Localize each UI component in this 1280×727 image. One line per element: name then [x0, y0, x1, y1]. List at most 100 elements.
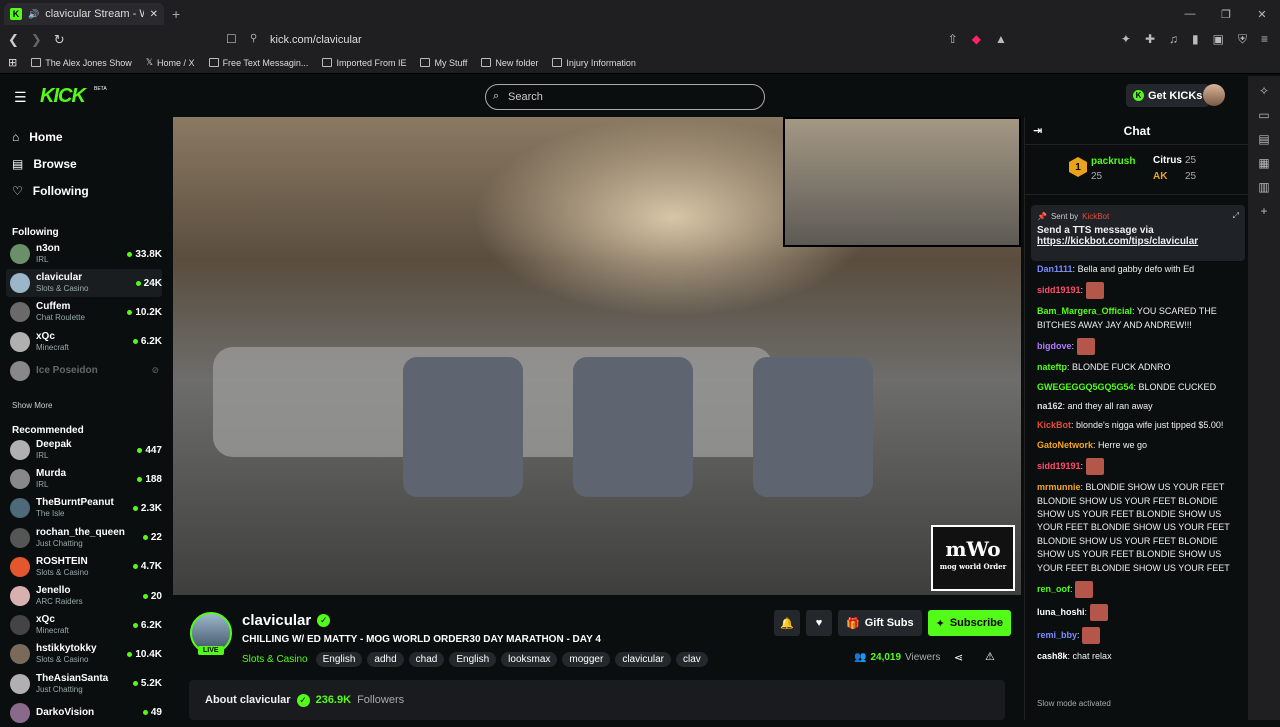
- tag-chip[interactable]: chad: [408, 652, 445, 667]
- chat-username[interactable]: cash8k: [1037, 651, 1068, 661]
- nav-home[interactable]: ⌂ Home: [12, 130, 89, 144]
- sidebar-channel[interactable]: Ice Poseidon ⊘: [6, 357, 162, 385]
- browser-tab[interactable]: K 🔊 clavicular Stream - Watch Live ✕: [4, 3, 164, 25]
- tag-chip[interactable]: adhd: [367, 652, 404, 667]
- wallet-icon[interactable]: ▭: [1258, 108, 1269, 122]
- extension-icon[interactable]: ✦: [1121, 32, 1131, 47]
- sidebar-channel[interactable]: n3on IRL 33.8K: [6, 240, 162, 268]
- leo-ai-icon[interactable]: ✧: [1259, 84, 1269, 98]
- sidebar-channel[interactable]: Deepak IRL 447: [6, 436, 162, 464]
- tag-chip[interactable]: looksmax: [501, 652, 558, 667]
- wallet-icon[interactable]: ▣: [1213, 32, 1224, 47]
- sidebar-channel[interactable]: TheAsianSanta Just Chatting 5.2K: [6, 670, 162, 698]
- sidebar-channel[interactable]: hstikkytokky Slots & Casino 10.4K: [6, 640, 162, 668]
- get-kicks-button[interactable]: K Get KICKs: [1126, 84, 1210, 107]
- notification-bell-button[interactable]: 🔔: [774, 610, 800, 636]
- sidebar-channel[interactable]: xQc Minecraft 6.2K: [6, 328, 162, 356]
- sidebar-channel[interactable]: clavicular Slots & Casino 24K: [6, 269, 162, 298]
- unpin-icon[interactable]: ⤢: [1233, 211, 1239, 221]
- bookmark-item[interactable]: 𝕏 Home / X: [146, 57, 195, 68]
- chat-username[interactable]: Bam_Margera_Official: [1037, 306, 1132, 316]
- tab-close-icon[interactable]: ✕: [150, 9, 158, 20]
- kick-logo[interactable]: KICK: [40, 85, 86, 108]
- search-input[interactable]: ⌕ Search: [485, 84, 765, 110]
- rewards-icon[interactable]: ▲: [995, 32, 1007, 47]
- chat-username[interactable]: KickBot: [1037, 420, 1071, 430]
- user-avatar[interactable]: [1203, 84, 1225, 106]
- add-icon[interactable]: +: [1260, 204, 1267, 218]
- pinned-message[interactable]: 📌 Sent by KickBot ⤢ Send a TTS message v…: [1031, 205, 1245, 261]
- url-field[interactable]: ⚲ kick.com/clavicular: [244, 30, 964, 50]
- nav-browse[interactable]: ▤ Browse: [12, 157, 89, 171]
- new-tab-button[interactable]: +: [172, 6, 180, 22]
- music-icon[interactable]: ♫: [1169, 32, 1178, 47]
- sidebar-toggle-icon[interactable]: ▮: [1192, 32, 1199, 47]
- bookmark-folder[interactable]: Injury Information: [552, 58, 636, 68]
- tag-chip[interactable]: English: [449, 652, 497, 667]
- category-link[interactable]: Slots & Casino: [242, 654, 308, 665]
- bookmark-folder[interactable]: My Stuff: [420, 58, 467, 68]
- follow-button[interactable]: ♥: [806, 610, 832, 636]
- vpn-icon[interactable]: ⛨: [1238, 32, 1247, 47]
- chat-username[interactable]: sidd19191: [1037, 285, 1081, 295]
- gifter-name[interactable]: AK: [1153, 171, 1167, 182]
- minimize-button[interactable]: —: [1172, 0, 1208, 28]
- subscribe-button[interactable]: ✦ Subscribe: [927, 610, 1011, 636]
- tag-chip[interactable]: clav: [676, 652, 708, 667]
- menu-icon[interactable]: ≡: [1261, 32, 1268, 47]
- chat-username[interactable]: ren_oof: [1037, 584, 1070, 594]
- chat-username[interactable]: na162: [1037, 401, 1063, 411]
- tag-chip[interactable]: clavicular: [615, 652, 671, 667]
- site-info-icon[interactable]: ⚲: [250, 33, 257, 44]
- reload-icon[interactable]: ↻: [54, 32, 65, 48]
- gift-subs-button[interactable]: 🎁 Gift Subs: [838, 610, 922, 636]
- apps-icon[interactable]: ⊞: [8, 56, 17, 69]
- playlist-icon[interactable]: ▤: [1258, 132, 1269, 146]
- report-icon[interactable]: ⚠: [985, 650, 995, 663]
- back-icon[interactable]: ❮: [8, 32, 19, 48]
- sidebar-channel[interactable]: xQc Minecraft 6.2K: [6, 611, 162, 639]
- nav-following[interactable]: ♡ Following: [12, 184, 89, 198]
- tag-chip[interactable]: English: [315, 652, 363, 667]
- bookmark-icon[interactable]: ☐: [226, 32, 237, 46]
- bookmarks-icon[interactable]: ▥: [1258, 180, 1269, 194]
- puzzle-icon[interactable]: ✚: [1145, 32, 1155, 47]
- gifter-name[interactable]: Citrus: [1153, 155, 1182, 166]
- streamer-name[interactable]: clavicular ✓: [242, 612, 331, 629]
- sidebar-channel[interactable]: TheBurntPeanut The Isle 2.3K: [6, 494, 162, 522]
- close-window-button[interactable]: ✕: [1244, 0, 1280, 28]
- sidebar-channel[interactable]: Cuffem Chat Roulette 10.2K: [6, 298, 162, 326]
- brave-shield-icon[interactable]: ◆: [972, 32, 981, 47]
- sidebar-channel[interactable]: Jenello ARC Raiders 20: [6, 582, 162, 610]
- tag-chip[interactable]: mogger: [562, 652, 611, 667]
- sidebar-channel[interactable]: Murda IRL 188: [6, 465, 162, 493]
- video-player[interactable]: mWo mog world Order: [173, 117, 1021, 595]
- chat-username[interactable]: remi_bby: [1037, 630, 1077, 640]
- sidebar-channel[interactable]: rochan_the_queen Just Chatting 22: [6, 524, 162, 552]
- chat-username[interactable]: GWEGEGGQ5GQ5G54: [1037, 382, 1134, 392]
- gifter-name[interactable]: packrush: [1091, 156, 1135, 167]
- bookmark-item[interactable]: Free Text Messagin...: [208, 58, 308, 68]
- bookmarks-bar: ⊞ The Alex Jones Show 𝕏 Home / X Free Tex…: [0, 52, 1280, 74]
- collapse-chat-icon[interactable]: ⇥: [1033, 124, 1042, 137]
- chat-username[interactable]: Dan1111: [1037, 264, 1073, 274]
- sidebar-channel[interactable]: ROSHTEIN Slots & Casino 4.7K: [6, 553, 162, 581]
- bookmark-item[interactable]: The Alex Jones Show: [31, 58, 132, 68]
- share-icon[interactable]: ⋖: [954, 651, 963, 664]
- maximize-button[interactable]: ❐: [1208, 0, 1244, 28]
- pinned-link[interactable]: https://kickbot.com/tips/clavicular: [1037, 236, 1239, 247]
- hamburger-menu-icon[interactable]: ☰: [14, 89, 27, 106]
- forward-icon[interactable]: ❯: [31, 32, 42, 48]
- chat-username[interactable]: bigdove: [1037, 341, 1072, 351]
- chat-username[interactable]: mrmunnie: [1037, 482, 1081, 492]
- share-icon[interactable]: ⇧: [948, 32, 958, 47]
- chat-username[interactable]: nateftp: [1037, 362, 1067, 372]
- bookmark-folder[interactable]: New folder: [481, 58, 538, 68]
- chat-username[interactable]: GatoNetwork: [1037, 440, 1093, 450]
- bookmark-folder[interactable]: Imported From IE: [322, 58, 406, 68]
- reading-list-icon[interactable]: ▦: [1258, 156, 1269, 170]
- chat-username[interactable]: sidd19191: [1037, 461, 1081, 471]
- sidebar-channel[interactable]: DarkoVision 49: [6, 699, 162, 727]
- chat-username[interactable]: luna_hoshi: [1037, 607, 1085, 617]
- show-more-link[interactable]: Show More: [12, 401, 52, 410]
